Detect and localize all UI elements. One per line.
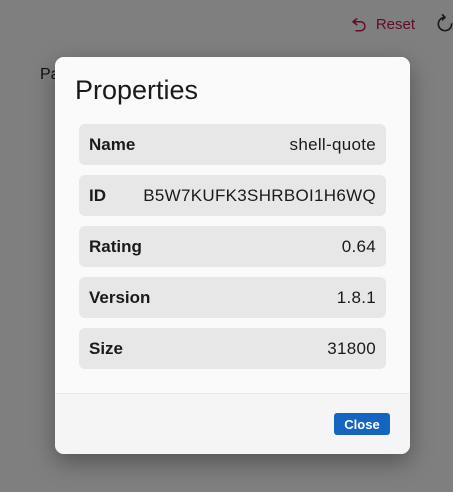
- properties-dialog: Properties Name shell-quote ID B5W7KUFK3…: [55, 57, 410, 454]
- property-key: Name: [89, 134, 136, 154]
- property-value: B5W7KUFK3SHRBOI1H6WQ: [143, 185, 376, 205]
- property-row-rating: Rating 0.64: [79, 226, 386, 267]
- app-window: Reset Pa Properties Name shell-quote ID …: [0, 0, 453, 492]
- property-key: Rating: [89, 236, 142, 256]
- dialog-title: Properties: [75, 75, 199, 105]
- property-key: Version: [89, 287, 151, 307]
- property-row-name: Name shell-quote: [79, 124, 386, 165]
- property-value: 31800: [327, 338, 376, 358]
- properties-list: Name shell-quote ID B5W7KUFK3SHRBOI1H6WQ…: [79, 124, 386, 379]
- dialog-footer: Close: [55, 393, 410, 454]
- close-button[interactable]: Close: [334, 413, 390, 435]
- property-value: 0.64: [341, 236, 376, 256]
- property-row-id: ID B5W7KUFK3SHRBOI1H6WQ: [79, 175, 386, 216]
- property-key: Size: [89, 338, 124, 358]
- property-value: shell-quote: [289, 134, 376, 154]
- property-key: ID: [89, 185, 106, 205]
- property-row-size: Size 31800: [79, 328, 386, 369]
- property-row-version: Version 1.8.1: [79, 277, 386, 318]
- property-value: 1.8.1: [336, 287, 376, 307]
